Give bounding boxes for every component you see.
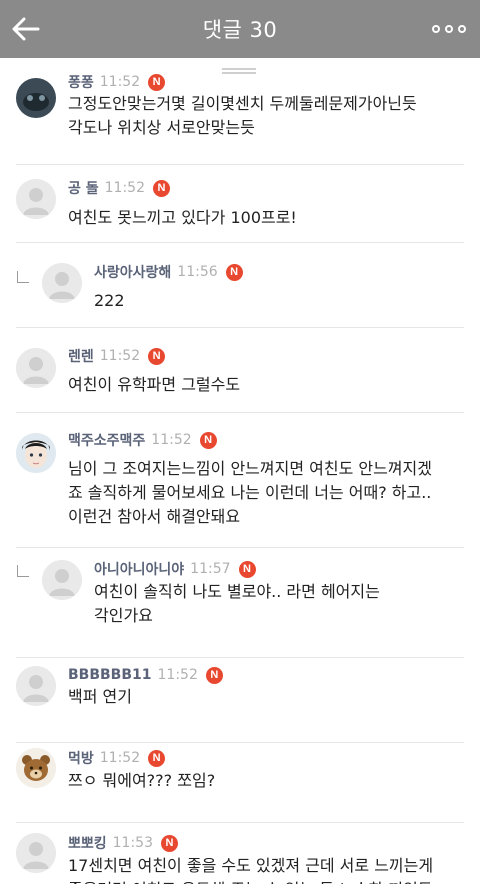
comment-author[interactable]: 렌렌 — [68, 346, 94, 366]
comment-text: 쯔ㅇ 뭐에여??? 쪼임? — [68, 771, 216, 790]
comment-author[interactable]: 아니아니아니야 — [94, 559, 184, 579]
avatar[interactable] — [16, 179, 56, 219]
avatar[interactable] — [16, 78, 56, 118]
new-badge: N — [148, 347, 166, 365]
comment-author[interactable]: 뽀뽀킹 — [68, 833, 107, 853]
reply-indicator-icon — [17, 271, 29, 283]
comment-time: 11:57 — [190, 561, 231, 577]
comment-text: 17센치면 여친이 좋을 수도 있겠져 근데 서로 느끼는게 좋을려면 여친도 … — [68, 856, 434, 884]
comment-item: 맥주소주맥주 11:52 N 님이 그 조여지는느낌이 안느껴지면 여친도 안느… — [0, 413, 480, 548]
comment-author[interactable]: 공 돌 — [68, 178, 99, 198]
comment-text: 님이 그 조여지는느낌이 안느껴지면 여친도 안느껴지겠 죠 솔직하게 물어보세… — [68, 459, 432, 526]
new-badge: N — [148, 749, 166, 767]
new-badge: N — [205, 666, 223, 684]
avatar[interactable] — [42, 560, 82, 600]
comment-author[interactable]: 먹방 — [68, 748, 94, 768]
avatar[interactable] — [16, 433, 56, 473]
comment-time: 11:52 — [157, 667, 198, 683]
drag-handle-icon[interactable] — [222, 68, 256, 74]
comment-item: 먹방 11:52 N 쯔ㅇ 뭐에여??? 쪼임? — [0, 743, 480, 823]
top-bar: 댓글 30 — [0, 0, 480, 58]
new-badge: N — [148, 73, 166, 91]
comment-item: 퐁퐁 11:52 N 그정도안맞는거몇 길이몇센치 두께둘레문제가아닌듯 각도나… — [0, 58, 480, 165]
comment-time: 11:52 — [99, 750, 141, 766]
comment-reply: 사랑아사랑해 11:56 N 222 — [0, 243, 480, 328]
comment-text: 여친이 유학파면 그럴수도 — [68, 375, 241, 394]
comment-author[interactable]: BBBBBB11 — [68, 667, 152, 683]
new-badge: N — [153, 179, 170, 197]
new-badge: N — [199, 431, 217, 449]
more-options-icon[interactable] — [432, 22, 466, 36]
avatar[interactable] — [42, 263, 82, 303]
comment-time: 11:52 — [151, 432, 192, 448]
comment-item: BBBBBB11 11:52 N 백퍼 연기 — [0, 658, 480, 743]
comment-time: 11:52 — [104, 180, 145, 196]
comment-time: 11:56 — [177, 264, 218, 280]
comment-text: 여친이 솔직히 나도 별로야.. 라면 헤어지는 각인가요 — [94, 582, 380, 625]
comment-author[interactable]: 사랑아사랑해 — [94, 262, 171, 282]
comment-item: 렌렌 11:52 N 여친이 유학파면 그럴수도 — [0, 328, 480, 413]
comment-item: 공 돌 11:52 N 여친도 못느끼고 있다가 100프로! — [0, 165, 480, 243]
comment-text: 백퍼 연기 — [68, 687, 132, 706]
avatar[interactable] — [16, 833, 56, 873]
comment-time: 11:52 — [99, 348, 141, 364]
comment-author[interactable]: 퐁퐁 — [68, 72, 94, 92]
comment-list[interactable]: 퐁퐁 11:52 N 그정도안맞는거몇 길이몇센치 두께둘레문제가아닌듯 각도나… — [0, 58, 480, 884]
avatar[interactable] — [16, 666, 56, 706]
new-badge: N — [238, 560, 256, 578]
comment-text: 222 — [94, 291, 125, 310]
comment-time: 11:53 — [112, 835, 153, 851]
reply-indicator-icon — [17, 565, 29, 577]
avatar[interactable] — [16, 748, 56, 788]
comment-reply: 아니아니아니야 11:57 N 여친이 솔직히 나도 별로야.. 라면 헤어지는… — [0, 548, 480, 658]
comment-author[interactable]: 맥주소주맥주 — [68, 430, 145, 450]
page-title: 댓글 30 — [202, 18, 278, 42]
new-badge: N — [161, 834, 178, 852]
comment-text: 그정도안맞는거몇 길이몇센치 두께둘레문제가아닌듯 각도나 위치상 서로안맞는듯 — [68, 94, 417, 137]
new-badge: N — [225, 263, 243, 281]
back-arrow-icon[interactable] — [10, 13, 42, 45]
comment-item: 뽀뽀킹 11:53 N 17센치면 여친이 좋을 수도 있겠져 근데 서로 느끼… — [0, 823, 480, 884]
avatar[interactable] — [16, 348, 56, 388]
comment-text: 여친도 못느끼고 있다가 100프로! — [68, 208, 297, 227]
comment-time: 11:52 — [99, 74, 141, 90]
